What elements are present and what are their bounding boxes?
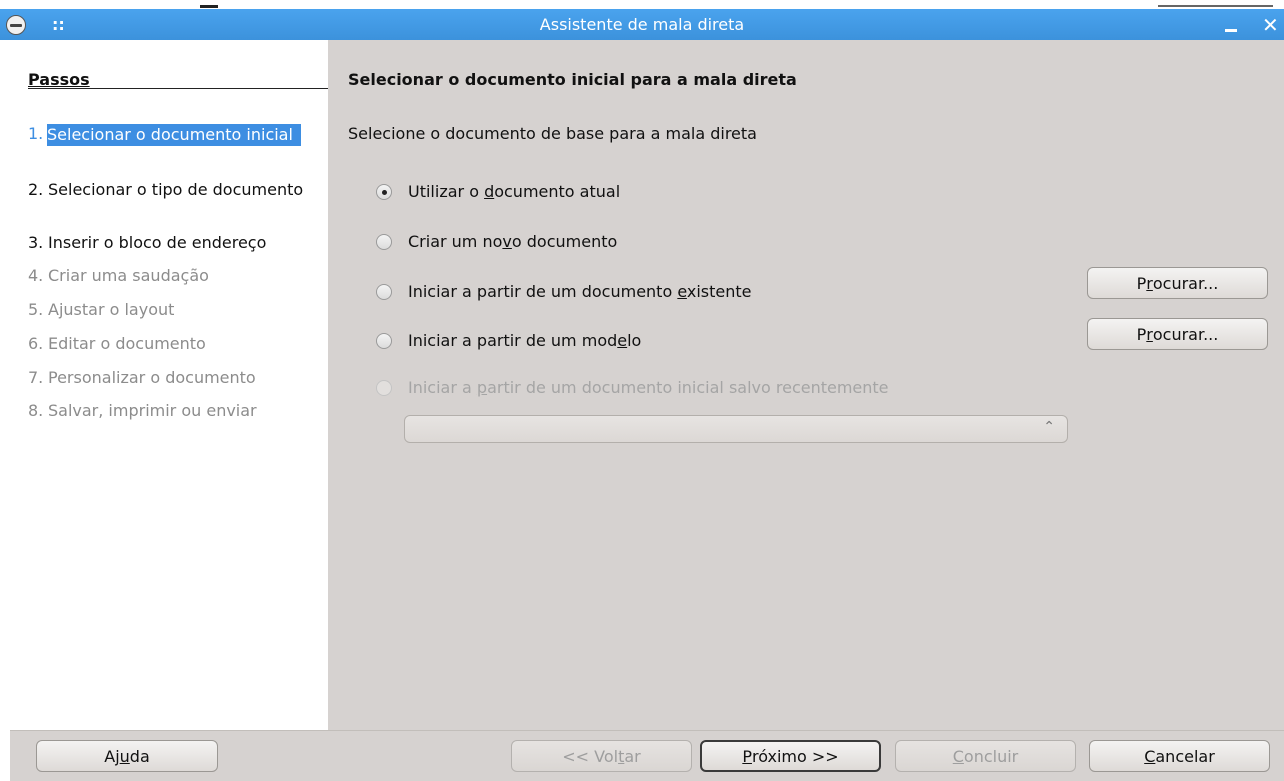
steps-heading: Passos xyxy=(28,70,90,89)
radio-label: Criar um novo documento xyxy=(408,232,617,251)
next-button[interactable]: Próximo >> xyxy=(700,740,881,772)
label-text: Iniciar a partir de um mod xyxy=(408,331,618,350)
top-strip-mark xyxy=(1158,5,1273,7)
mnemonic: e xyxy=(617,331,628,350)
step-label: Salvar, imprimir ou enviar xyxy=(48,401,257,420)
combo-arrow-icon: ⌃ xyxy=(1043,419,1055,435)
button-text: róximo >> xyxy=(751,746,839,766)
step-item-5: 5. Ajustar o layout xyxy=(28,300,308,320)
step-label: Personalizar o documento xyxy=(48,368,256,387)
help-button[interactable]: Aj u da xyxy=(36,740,218,772)
step-item-8: 8. Salvar, imprimir ou enviar xyxy=(28,401,308,421)
radio-button[interactable] xyxy=(376,184,392,200)
mnemonic: p xyxy=(476,378,488,397)
top-strip-mark xyxy=(200,5,218,8)
step-label: Criar uma saudação xyxy=(48,266,209,285)
button-text: ar xyxy=(624,746,641,766)
label-text: Iniciar a partir de um documento xyxy=(408,282,678,301)
button-text: ocurar... xyxy=(1152,273,1219,293)
minimize-icon[interactable] xyxy=(1223,19,1239,33)
back-button: << Vol t ar xyxy=(511,740,692,772)
radio-label: Iniciar a partir de um documento existen… xyxy=(408,282,752,301)
page-subtitle: Selecione o documento de base para a mal… xyxy=(348,124,757,143)
close-icon[interactable]: ✕ xyxy=(1262,13,1279,37)
radio-label: Utilizar o documento atual xyxy=(408,182,620,201)
button-text: oncluir xyxy=(963,746,1019,766)
button-text: Aj xyxy=(104,746,120,766)
finish-button: Concluir xyxy=(895,740,1076,772)
step-label: Ajustar o layout xyxy=(48,300,175,319)
step-number: 7. xyxy=(28,368,44,387)
radio-label: Iniciar a partir de um modelo xyxy=(408,331,641,350)
step-item-7: 7. Personalizar o documento xyxy=(28,368,308,388)
radio-button xyxy=(376,380,392,396)
mnemonic: r xyxy=(1146,324,1153,344)
mnemonic: d xyxy=(484,182,495,201)
step-label: Inserir o bloco de endereço xyxy=(48,233,267,252)
button-text: P xyxy=(1136,324,1147,344)
step-number: 5. xyxy=(28,300,44,319)
recent-documents-combo: ⌃ xyxy=(404,415,1068,443)
button-text: da xyxy=(129,746,150,766)
label-text: Criar um no xyxy=(408,232,503,251)
radio-button[interactable] xyxy=(376,284,392,300)
mnemonic: v xyxy=(502,232,512,251)
step-label: Editar o documento xyxy=(48,334,206,353)
browse-template-button[interactable]: Pr ocurar... xyxy=(1087,318,1268,350)
label-text: ocumento atual xyxy=(494,182,621,201)
page-title: Selecionar o documento inicial para a ma… xyxy=(348,70,797,89)
step-number: 3. xyxy=(28,233,44,252)
window-titlebar[interactable]: :: Assistente de mala direta ✕ xyxy=(0,9,1284,40)
step-label: Selecionar o documento inicial xyxy=(47,124,301,146)
label-text: artir de um documento inicial salvo rece… xyxy=(487,378,889,397)
label-text: Utilizar o xyxy=(408,182,485,201)
step-item-2[interactable]: 2. Selecionar o tipo de documento xyxy=(28,180,308,200)
step-number: 8. xyxy=(28,401,44,420)
radio-button[interactable] xyxy=(376,234,392,250)
step-number: 4. xyxy=(28,266,44,285)
label-text: Iniciar a xyxy=(408,378,477,397)
radio-label: Iniciar a partir de um documento inicial… xyxy=(408,378,889,397)
mnemonic: e xyxy=(677,282,687,301)
step-number: 1. xyxy=(28,124,44,143)
step-item-1[interactable]: 1. Selecionar o documento inicial xyxy=(28,124,308,146)
top-strip xyxy=(0,0,1284,9)
label-text: lo xyxy=(627,331,642,350)
mnemonic: u xyxy=(119,746,130,766)
mnemonic: r xyxy=(1146,273,1153,293)
step-number: 2. xyxy=(28,180,44,199)
mnemonic: P xyxy=(742,746,752,766)
label-text: xistente xyxy=(686,282,752,301)
button-text: ocurar... xyxy=(1152,324,1219,344)
button-text: P xyxy=(1136,273,1147,293)
step-item-6: 6. Editar o documento xyxy=(28,334,308,354)
radio-button[interactable] xyxy=(376,333,392,349)
cancel-button[interactable]: Cancelar xyxy=(1089,740,1270,772)
mnemonic: C xyxy=(1144,746,1156,766)
step-item-4: 4. Criar uma saudação xyxy=(28,266,308,286)
button-text: ancelar xyxy=(1155,746,1215,766)
step-item-3[interactable]: 3. Inserir o bloco de endereço xyxy=(28,233,308,253)
label-text: o documento xyxy=(511,232,618,251)
button-text: << Vol xyxy=(562,746,619,766)
mnemonic: C xyxy=(952,746,964,766)
window-title: Assistente de mala direta xyxy=(539,15,745,34)
browse-existing-button[interactable]: Pr ocurar... xyxy=(1087,267,1268,299)
step-label: Selecionar o tipo de documento xyxy=(48,180,304,199)
steps-divider xyxy=(28,88,328,89)
step-number: 6. xyxy=(28,334,44,353)
